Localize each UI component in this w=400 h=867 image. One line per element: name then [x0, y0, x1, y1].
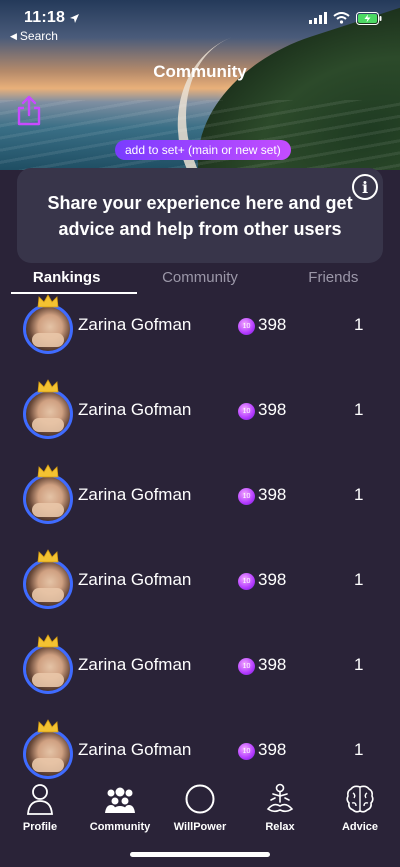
- meditation-icon: [266, 783, 294, 813]
- nav-profile[interactable]: Profile: [0, 783, 80, 833]
- status-bar: 11:18: [0, 0, 400, 36]
- tab-community[interactable]: Community: [133, 264, 266, 296]
- user-points: 398: [258, 570, 287, 589]
- user-rank: 1: [354, 485, 364, 504]
- user-points: 398: [258, 655, 287, 674]
- home-indicator[interactable]: [130, 852, 270, 857]
- user-rank: 1: [354, 655, 364, 674]
- avatar[interactable]: [23, 729, 73, 779]
- group-icon: [105, 787, 135, 813]
- ranking-row[interactable]: Zarina Gofman 10 398 1: [0, 379, 400, 464]
- nav-willpower-label: WillPower: [173, 821, 227, 833]
- points-coin-icon: 10: [238, 488, 255, 505]
- location-arrow-icon: [70, 13, 80, 23]
- crown-icon: [37, 719, 59, 733]
- nav-advice-label: Advice: [341, 821, 379, 833]
- add-to-set-button[interactable]: add to set+ (main or new set): [115, 140, 291, 160]
- user-name: Zarina Gofman: [78, 655, 192, 674]
- user-points: 398: [258, 485, 287, 504]
- user-name: Zarina Gofman: [78, 485, 192, 504]
- person-icon: [27, 784, 53, 815]
- nav-profile-label: Profile: [22, 821, 58, 833]
- ranking-row[interactable]: Zarina Gofman 10 398 1: [0, 549, 400, 634]
- nav-relax[interactable]: Relax: [240, 783, 320, 833]
- info-icon[interactable]: i: [352, 174, 378, 200]
- user-points: 398: [258, 315, 287, 334]
- user-points: 398: [258, 740, 287, 759]
- points-coin-icon: 10: [238, 658, 255, 675]
- info-card-text: Share your experience here and get advic…: [47, 192, 353, 239]
- back-to-search-link[interactable]: ◀ Search: [10, 29, 58, 43]
- share-button[interactable]: [15, 95, 43, 127]
- crown-icon: [37, 549, 59, 563]
- avatar[interactable]: [23, 304, 73, 354]
- ranking-row[interactable]: Zarina Gofman 10 398 1: [0, 634, 400, 719]
- share-icon: [17, 95, 41, 126]
- crown-icon: [37, 634, 59, 648]
- user-name: Zarina Gofman: [78, 740, 192, 759]
- user-points: 398: [258, 400, 287, 419]
- wifi-icon: [333, 12, 350, 24]
- rankings-list: Zarina Gofman 10 398 1 Zarina Gofman 10 …: [0, 294, 400, 780]
- brain-icon: [346, 785, 374, 813]
- nav-willpower[interactable]: WillPower: [160, 783, 240, 833]
- ranking-row[interactable]: Zarina Gofman 10 398 1: [0, 464, 400, 549]
- crown-icon: [37, 379, 59, 393]
- user-rank: 1: [354, 400, 364, 419]
- user-name: Zarina Gofman: [78, 570, 192, 589]
- crown-icon: [37, 294, 59, 308]
- avatar[interactable]: [23, 559, 73, 609]
- nav-community-label: Community: [89, 821, 151, 833]
- circle-icon: [185, 784, 215, 814]
- status-time: 11:18: [24, 9, 66, 26]
- user-name: Zarina Gofman: [78, 315, 192, 334]
- back-triangle-icon: ◀: [10, 30, 17, 41]
- ranking-row[interactable]: Zarina Gofman 10 398 1: [0, 294, 400, 379]
- points-coin-icon: 10: [238, 743, 255, 760]
- crown-icon: [37, 464, 59, 478]
- nav-relax-label: Relax: [265, 821, 295, 833]
- nav-community[interactable]: Community: [80, 783, 160, 833]
- ranking-row[interactable]: Zarina Gofman 10 398 1: [0, 719, 400, 780]
- battery-charging-icon: [356, 11, 382, 25]
- user-name: Zarina Gofman: [78, 400, 192, 419]
- avatar[interactable]: [23, 644, 73, 694]
- points-coin-icon: 10: [238, 573, 255, 590]
- tab-friends[interactable]: Friends: [267, 264, 400, 296]
- user-rank: 1: [354, 570, 364, 589]
- user-rank: 1: [354, 740, 364, 759]
- nav-advice[interactable]: Advice: [320, 783, 400, 833]
- avatar[interactable]: [23, 474, 73, 524]
- points-coin-icon: 10: [238, 403, 255, 420]
- points-coin-icon: 10: [238, 318, 255, 335]
- page-title: Community: [153, 62, 247, 81]
- back-search-label: Search: [19, 29, 58, 43]
- avatar[interactable]: [23, 389, 73, 439]
- user-rank: 1: [354, 315, 364, 334]
- signal-icon: [309, 12, 327, 24]
- info-card: Share your experience here and get advic…: [17, 168, 383, 263]
